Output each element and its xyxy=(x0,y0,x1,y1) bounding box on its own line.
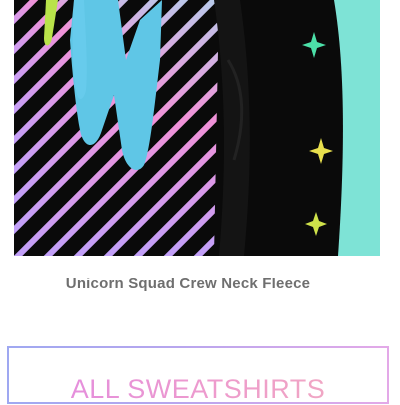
product-image xyxy=(14,0,380,256)
all-sweatshirts-button-inner: ALL SWEATSHIRTS xyxy=(9,348,387,404)
product-title-text[interactable]: Unicorn Squad Crew Neck Fleece xyxy=(66,278,310,295)
all-sweatshirts-label: ALL SWEATSHIRTS xyxy=(70,374,326,404)
product-card: Unicorn Squad Crew Neck Fleece xyxy=(0,0,400,330)
all-sweatshirts-button[interactable]: ALL SWEATSHIRTS xyxy=(7,346,389,404)
product-image-link[interactable] xyxy=(14,0,380,256)
product-title[interactable]: Unicorn Squad Crew Neck Fleece xyxy=(0,278,376,300)
